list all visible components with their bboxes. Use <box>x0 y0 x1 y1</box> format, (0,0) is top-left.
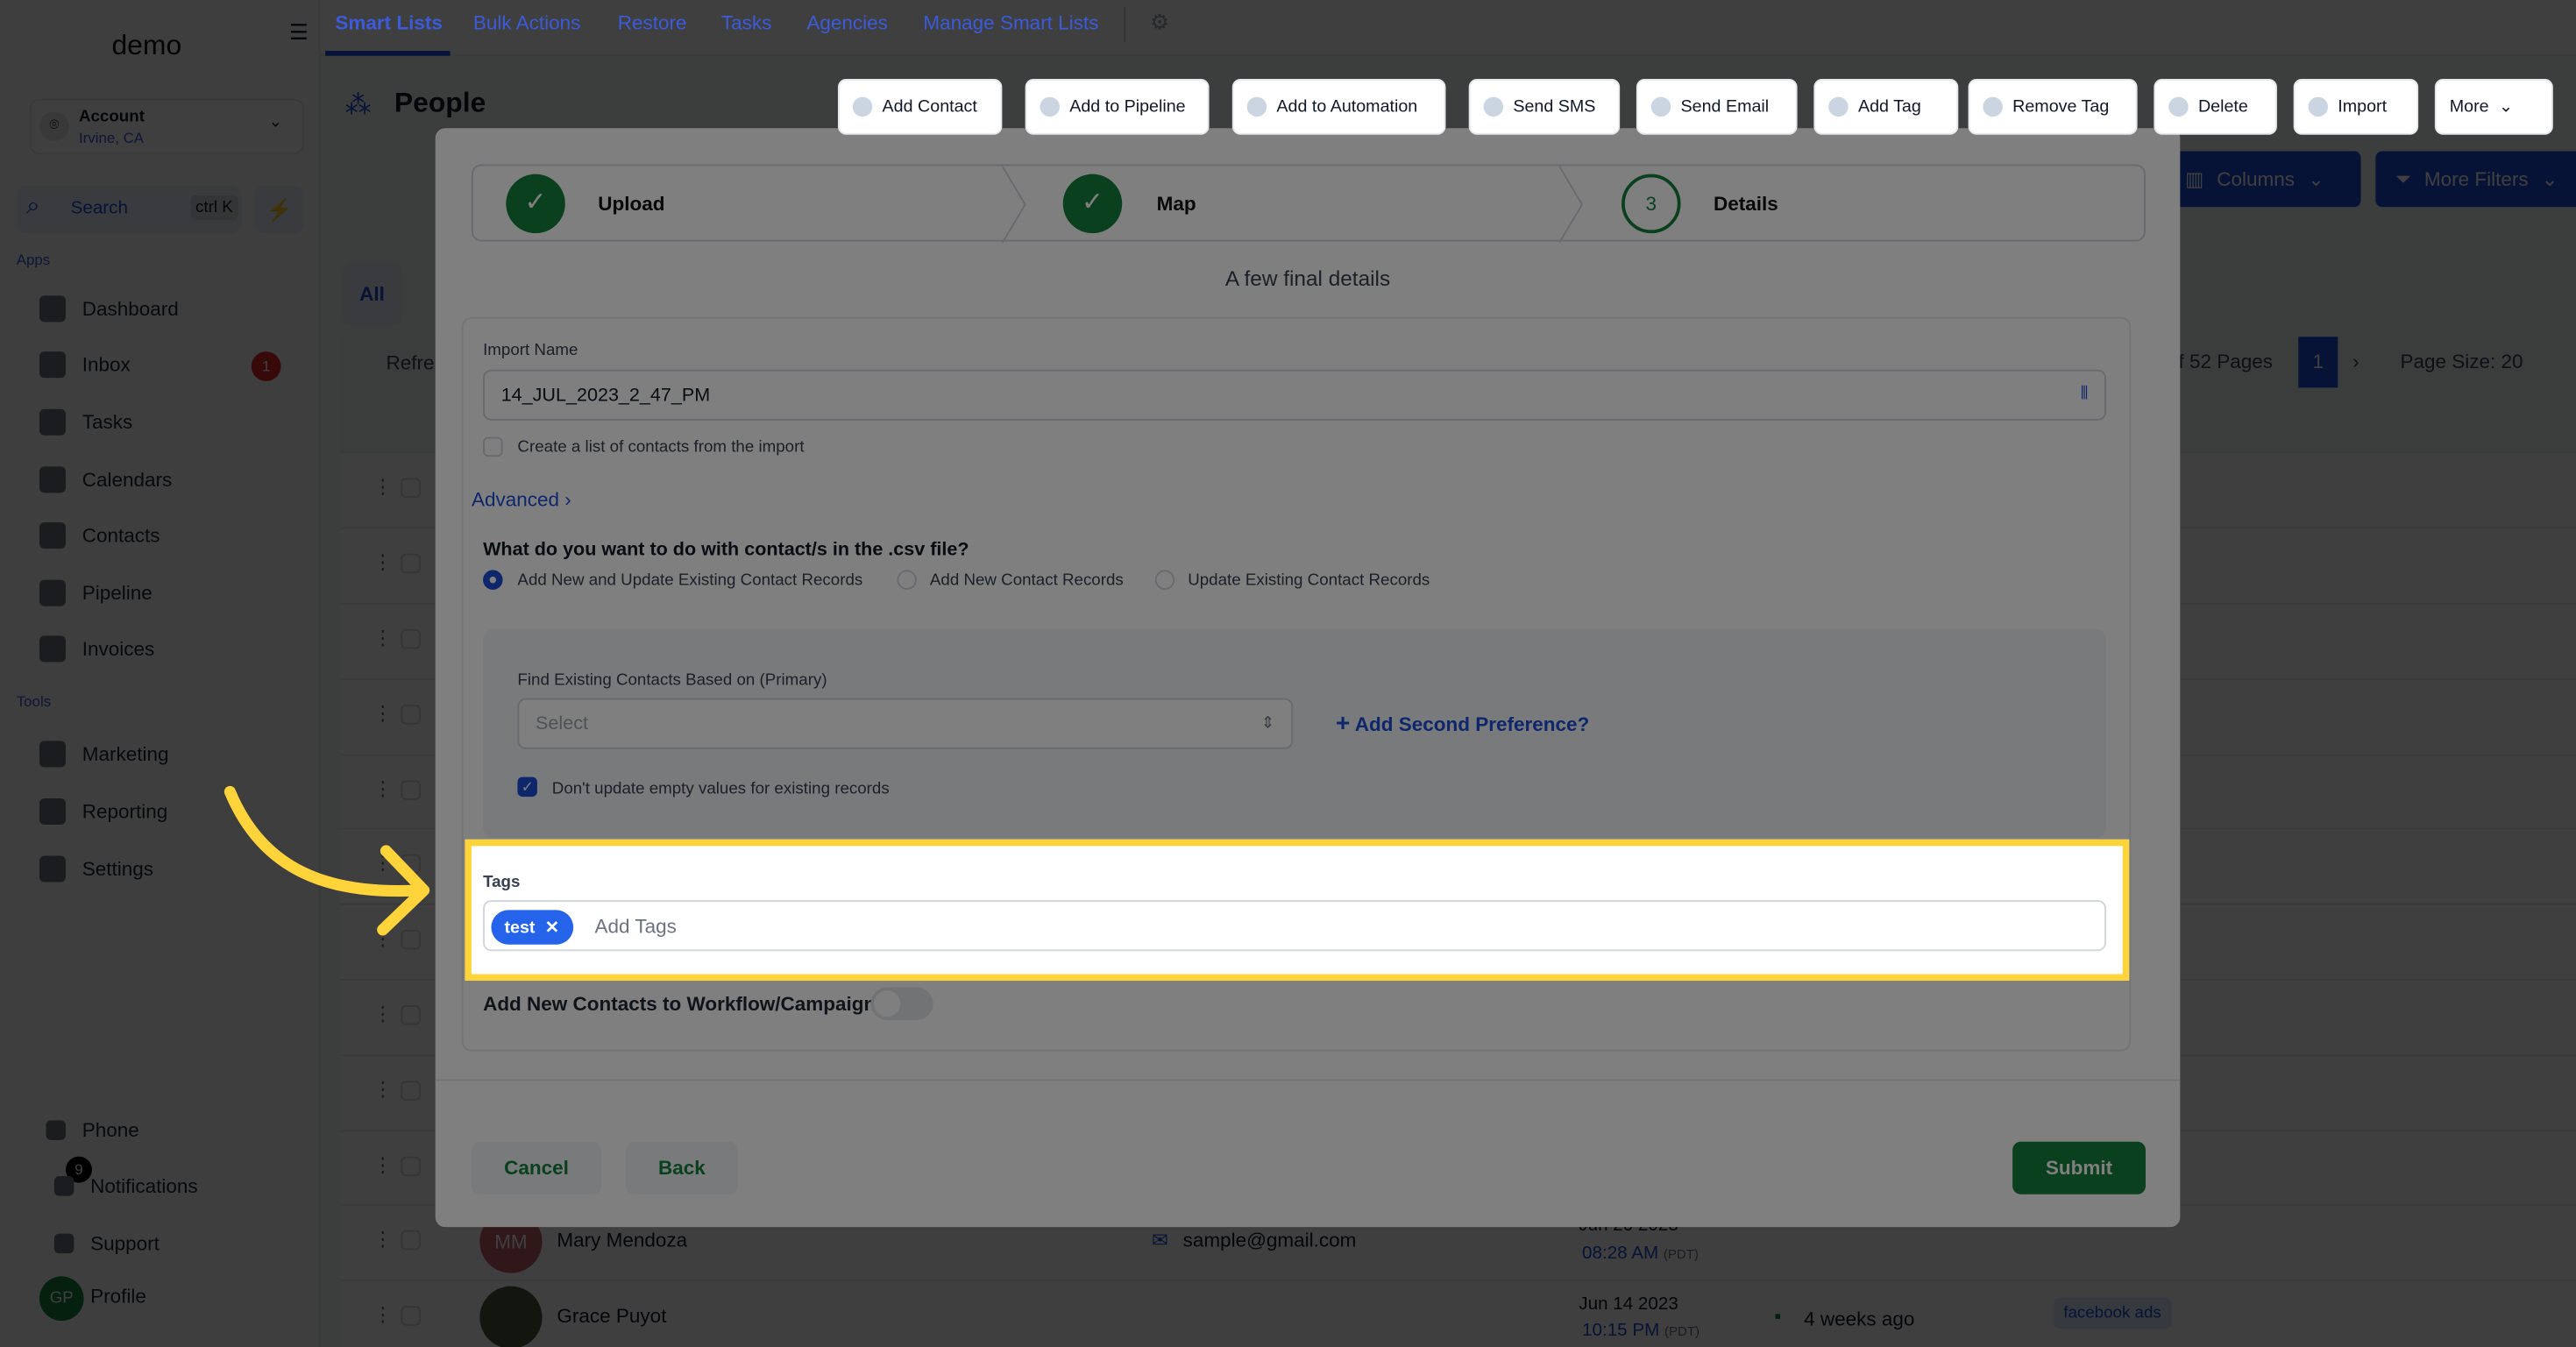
toolbar-label: Remove Tag <box>2012 96 2110 117</box>
tags-input[interactable]: test ✕ Add Tags <box>483 900 2106 952</box>
tab-restore[interactable]: Restore <box>618 11 687 34</box>
tab-bulk-actions[interactable]: Bulk Actions <box>473 11 581 34</box>
remove-tag-button[interactable]: Remove Tag <box>1968 78 2138 135</box>
toolbar-label: Add Contact <box>882 96 977 117</box>
toolbar-label: Add to Automation <box>1276 96 1418 117</box>
tags-placeholder: Add Tags <box>594 914 677 938</box>
tags-highlight: Tags test ✕ Add Tags <box>465 839 2130 982</box>
toolbar-label: Send SMS <box>1513 96 1596 117</box>
add-tag-icon <box>1828 96 1849 117</box>
tag-chip-label: test <box>504 917 536 938</box>
delete-button[interactable]: Delete <box>2154 78 2277 135</box>
send-email-icon <box>1650 96 1671 117</box>
remove-tag-icon[interactable]: ✕ <box>545 918 560 937</box>
tab-agencies[interactable]: Agencies <box>806 11 888 34</box>
toolbar-label: Add to Pipeline <box>1069 96 1186 117</box>
send-email-button[interactable]: Send Email <box>1636 78 1798 135</box>
delete-icon <box>2168 96 2189 117</box>
tag-chip: test ✕ <box>491 910 573 945</box>
tab-manage-smart-lists[interactable]: Manage Smart Lists <box>923 11 1098 34</box>
send-sms-button[interactable]: Send SMS <box>1468 78 1621 135</box>
tutorial-overlay <box>0 0 2576 1347</box>
more-button[interactable]: More ⌄ <box>2434 78 2553 135</box>
toolbar-label: Send Email <box>1680 96 1770 117</box>
add-to-automation-icon <box>1246 96 1267 117</box>
add-contact-button[interactable]: Add Contact <box>837 78 1003 135</box>
import-icon <box>2308 96 2329 117</box>
add-to-pipeline-button[interactable]: Add to Pipeline <box>1025 78 1210 135</box>
add-contact-icon <box>852 96 873 117</box>
toolbar-label: Import <box>2338 96 2388 117</box>
chevron-down-icon: ⌄ <box>2498 96 2514 117</box>
remove-tag-icon <box>1983 96 2003 117</box>
add-to-automation-button[interactable]: Add to Automation <box>1231 78 1446 135</box>
tags-label: Tags <box>483 874 521 892</box>
add-tag-button[interactable]: Add Tag <box>1813 78 1959 135</box>
send-sms-icon <box>1483 96 1504 117</box>
toolbar-label: Add Tag <box>1857 96 1921 117</box>
toolbar-label: More <box>2449 96 2489 117</box>
add-to-pipeline-icon <box>1040 96 1060 117</box>
tab-smart-lists[interactable]: Smart Lists <box>335 11 443 34</box>
import-button[interactable]: Import <box>2293 78 2419 135</box>
toolbar-label: Delete <box>2197 96 2248 117</box>
tab-tasks[interactable]: Tasks <box>721 11 772 34</box>
pointer-arrow-icon <box>224 785 430 936</box>
